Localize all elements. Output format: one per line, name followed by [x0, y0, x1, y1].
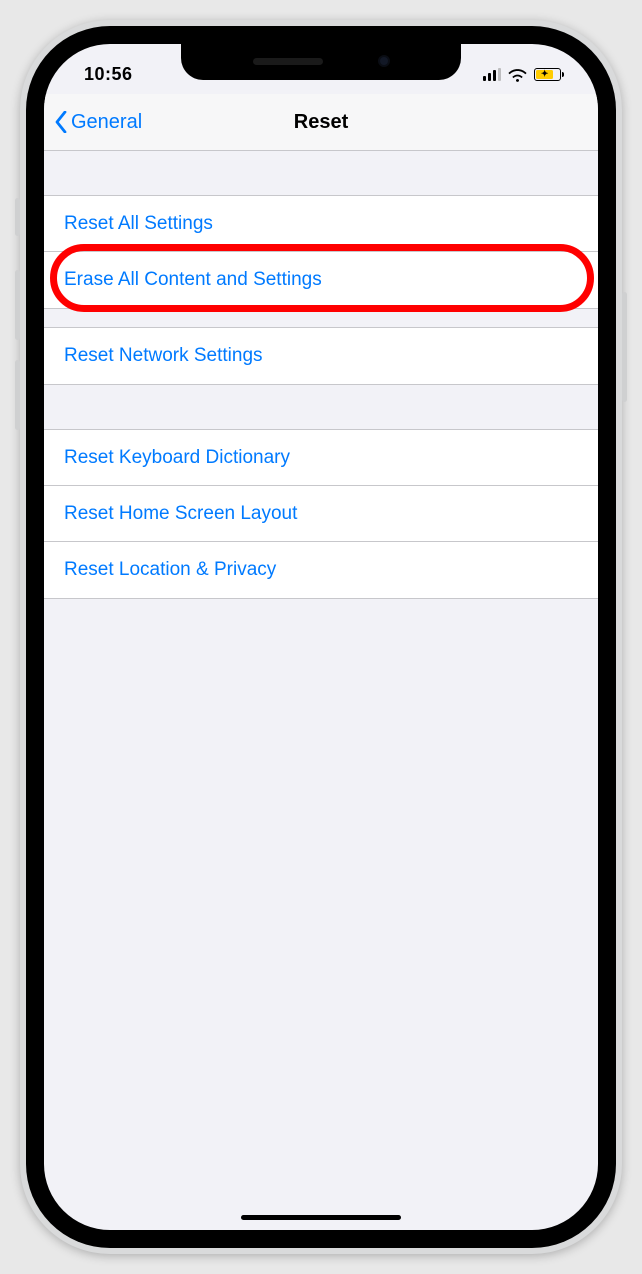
- cellular-icon: [483, 68, 502, 81]
- speaker-grille: [253, 58, 323, 65]
- content-area: Reset All Settings Erase All Content and…: [44, 151, 598, 599]
- section-1: Reset Network Settings: [44, 327, 598, 385]
- chevron-left-icon: [54, 111, 68, 133]
- page-title: Reset: [294, 111, 348, 134]
- item-label: Reset Network Settings: [64, 345, 263, 367]
- device-notch: [181, 42, 461, 80]
- mute-switch: [15, 198, 20, 236]
- item-label: Reset Keyboard Dictionary: [64, 447, 290, 469]
- reset-location-privacy-item[interactable]: Reset Location & Privacy: [44, 542, 598, 598]
- status-time: 10:56: [72, 64, 133, 85]
- status-icons: ✦: [483, 67, 571, 81]
- home-indicator[interactable]: [241, 1215, 401, 1220]
- screen: 10:56 ✦: [44, 44, 598, 1230]
- volume-down-button: [15, 360, 20, 430]
- back-button[interactable]: General: [54, 111, 142, 134]
- item-label: Reset All Settings: [64, 213, 213, 235]
- front-camera: [378, 55, 390, 67]
- power-button: [622, 292, 627, 402]
- back-label: General: [71, 111, 142, 134]
- device-frame: 10:56 ✦: [20, 20, 622, 1254]
- section-0: Reset All Settings Erase All Content and…: [44, 195, 598, 309]
- erase-all-content-item[interactable]: Erase All Content and Settings: [44, 252, 598, 308]
- item-label: Reset Home Screen Layout: [64, 503, 297, 525]
- volume-up-button: [15, 270, 20, 340]
- section-2: Reset Keyboard Dictionary Reset Home Scr…: [44, 429, 598, 599]
- reset-network-settings-item[interactable]: Reset Network Settings: [44, 328, 598, 384]
- wifi-icon: [508, 67, 527, 81]
- reset-all-settings-item[interactable]: Reset All Settings: [44, 196, 598, 252]
- reset-keyboard-dictionary-item[interactable]: Reset Keyboard Dictionary: [44, 430, 598, 486]
- device-bezel: 10:56 ✦: [26, 26, 616, 1248]
- item-label: Erase All Content and Settings: [64, 269, 322, 291]
- battery-icon: ✦: [534, 68, 564, 81]
- item-label: Reset Location & Privacy: [64, 559, 276, 581]
- reset-home-screen-layout-item[interactable]: Reset Home Screen Layout: [44, 486, 598, 542]
- nav-bar: General Reset: [44, 94, 598, 151]
